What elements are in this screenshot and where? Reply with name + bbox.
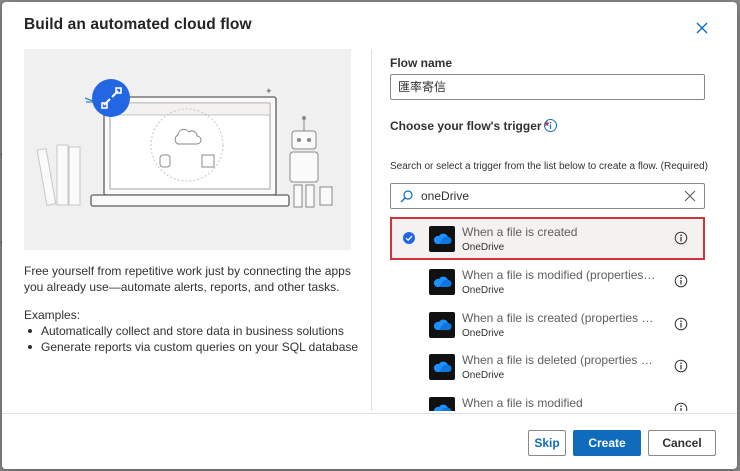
trigger-search-input[interactable]: oneDrive xyxy=(390,183,705,209)
flow-name-input[interactable]: 匯率寄信 xyxy=(390,74,705,100)
trigger-item[interactable]: When a file is deleted (properties onl..… xyxy=(390,345,705,388)
onedrive-cloud-icon xyxy=(429,226,455,252)
trigger-connector: OneDrive xyxy=(462,370,505,381)
flow-name-label: Flow name xyxy=(390,56,453,70)
trigger-title: When a file is created (properties only) xyxy=(462,310,657,325)
search-value: oneDrive xyxy=(421,189,470,203)
clear-icon[interactable] xyxy=(683,189,697,203)
form-panel[interactable]: Flow name 匯率寄信 Choose your flow's trigge… xyxy=(372,49,724,411)
examples-list: Automatically collect and store data in … xyxy=(24,323,358,355)
dialog-footer: Skip Create Cancel xyxy=(2,413,737,469)
search-icon xyxy=(400,190,413,203)
trigger-title: When a file is modified xyxy=(462,395,583,410)
trigger-label: Choose your flow's trigger * xyxy=(390,119,549,133)
close-button[interactable] xyxy=(692,18,712,38)
skip-button[interactable]: Skip xyxy=(528,430,566,456)
info-icon[interactable] xyxy=(674,274,688,288)
trigger-item[interactable]: When a file is created OneDrive xyxy=(390,217,705,260)
onedrive-cloud-icon xyxy=(429,269,455,295)
examples-heading: Examples: xyxy=(24,308,81,322)
info-icon[interactable] xyxy=(674,317,688,331)
trigger-connector: OneDrive xyxy=(462,327,505,339)
info-icon[interactable] xyxy=(543,118,558,133)
close-icon xyxy=(696,22,708,34)
svg-text:✦: ✦ xyxy=(265,87,273,97)
example-item: Automatically collect and store data in … xyxy=(24,323,358,339)
build-flow-dialog: Build an automated cloud flow ✦ Free you… xyxy=(2,2,737,469)
trigger-title: When a file is created xyxy=(462,225,578,239)
checkmark-circle-icon xyxy=(403,232,415,244)
trigger-item[interactable]: When a file is modified (properties o...… xyxy=(390,260,705,303)
dialog-title: Build an automated cloud flow xyxy=(24,16,252,33)
onedrive-cloud-icon xyxy=(429,354,455,380)
description-text: Free yourself from repetitive work just … xyxy=(24,264,351,294)
laptop-illustration: ✦ xyxy=(36,79,333,208)
create-button[interactable]: Create xyxy=(573,430,641,456)
info-icon[interactable] xyxy=(674,359,688,373)
trigger-title: When a file is deleted (properties onl..… xyxy=(462,353,657,367)
trigger-list: When a file is created OneDrive When a fil… xyxy=(390,217,705,411)
onedrive-cloud-icon xyxy=(429,396,455,411)
trigger-item[interactable]: When a file is created (properties only)… xyxy=(390,303,705,346)
trigger-helper-text: Search or select a trigger from the list… xyxy=(390,161,708,172)
example-item: Generate reports via custom queries on y… xyxy=(24,339,358,355)
trigger-connector: OneDrive xyxy=(462,242,505,253)
trigger-connector: OneDrive xyxy=(462,285,505,296)
info-icon[interactable] xyxy=(674,402,688,412)
trigger-title: When a file is modified (properties o... xyxy=(462,268,657,282)
illustration: ✦ xyxy=(24,49,351,250)
cancel-button[interactable]: Cancel xyxy=(648,430,716,456)
trigger-label-text: Choose your flow's trigger xyxy=(390,119,542,133)
trigger-item[interactable]: When a file is modifiedOneDrive xyxy=(390,388,705,412)
onedrive-cloud-icon xyxy=(429,311,455,338)
info-icon[interactable] xyxy=(674,231,688,245)
